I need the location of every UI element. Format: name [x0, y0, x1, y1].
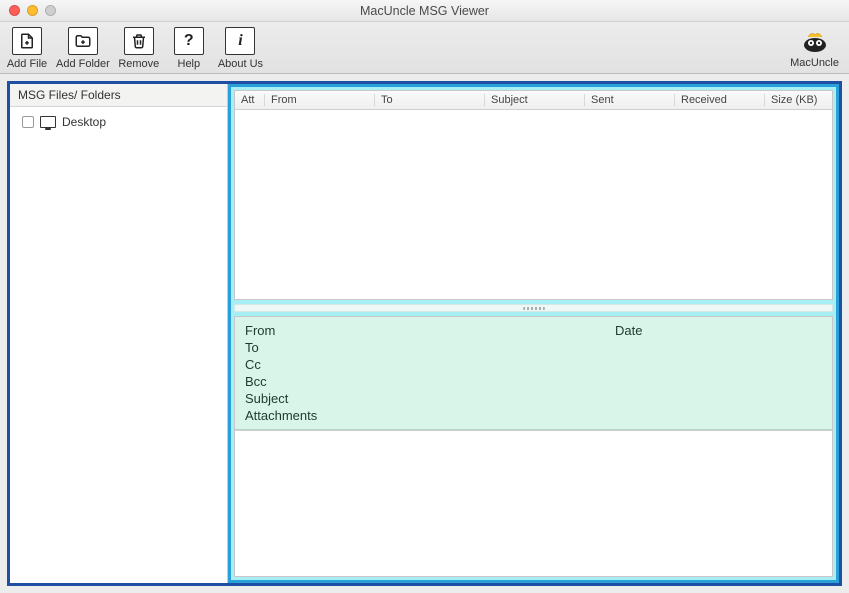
- column-received[interactable]: Received: [675, 94, 765, 106]
- checkbox[interactable]: [22, 116, 34, 128]
- help-label: Help: [178, 58, 201, 70]
- preview-body[interactable]: [235, 430, 832, 576]
- preview-bcc-label: Bcc: [245, 374, 615, 389]
- column-subject[interactable]: Subject: [485, 94, 585, 106]
- titlebar: MacUncle MSG Viewer: [0, 0, 849, 22]
- folder-tree: Desktop: [10, 107, 227, 137]
- info-icon: i: [225, 27, 255, 55]
- preview-attachments-label: Attachments: [245, 408, 615, 423]
- column-headers: Att From To Subject Sent Received Size (…: [235, 91, 832, 110]
- preview-subject-label: Subject: [245, 391, 615, 406]
- toolbar: Add File Add Folder Remove ? Help i Abou…: [0, 22, 849, 74]
- add-file-label: Add File: [7, 58, 47, 70]
- folder-plus-icon: [68, 27, 98, 55]
- column-sent[interactable]: Sent: [585, 94, 675, 106]
- add-file-button[interactable]: Add File: [6, 27, 48, 70]
- tree-item-label: Desktop: [62, 115, 106, 129]
- question-icon: ?: [174, 27, 204, 55]
- message-list-body[interactable]: [235, 110, 832, 299]
- content-region: Att From To Subject Sent Received Size (…: [228, 84, 839, 583]
- preview-header: From To Cc Bcc Subject Attachments Date: [235, 317, 832, 430]
- help-button[interactable]: ? Help: [168, 27, 210, 70]
- tree-item-desktop[interactable]: Desktop: [18, 113, 219, 131]
- macuncle-icon: [802, 29, 828, 57]
- about-label: About Us: [218, 58, 263, 70]
- message-preview: From To Cc Bcc Subject Attachments Date: [234, 316, 833, 577]
- column-size[interactable]: Size (KB): [765, 94, 832, 106]
- preview-from-label: From: [245, 323, 615, 338]
- sidebar-header: MSG Files/ Folders: [10, 84, 227, 107]
- file-plus-icon: [12, 27, 42, 55]
- window-title: MacUncle MSG Viewer: [0, 4, 849, 18]
- remove-button[interactable]: Remove: [118, 27, 160, 70]
- add-folder-label: Add Folder: [56, 58, 110, 70]
- preview-date-label: Date: [615, 323, 822, 338]
- brand-logo: MacUncle: [790, 29, 839, 69]
- about-button[interactable]: i About Us: [218, 27, 263, 70]
- grip-icon: [523, 307, 545, 310]
- column-from[interactable]: From: [265, 94, 375, 106]
- trash-icon: [124, 27, 154, 55]
- preview-cc-label: Cc: [245, 357, 615, 372]
- column-to[interactable]: To: [375, 94, 485, 106]
- splitter-handle[interactable]: [234, 304, 833, 312]
- brand-label: MacUncle: [790, 57, 839, 69]
- preview-to-label: To: [245, 340, 615, 355]
- desktop-icon: [40, 116, 56, 128]
- column-att[interactable]: Att: [235, 94, 265, 106]
- message-list: Att From To Subject Sent Received Size (…: [234, 90, 833, 300]
- remove-label: Remove: [118, 58, 159, 70]
- main-region: MSG Files/ Folders Desktop Att From To S…: [7, 81, 842, 586]
- sidebar: MSG Files/ Folders Desktop: [10, 84, 228, 583]
- add-folder-button[interactable]: Add Folder: [56, 27, 110, 70]
